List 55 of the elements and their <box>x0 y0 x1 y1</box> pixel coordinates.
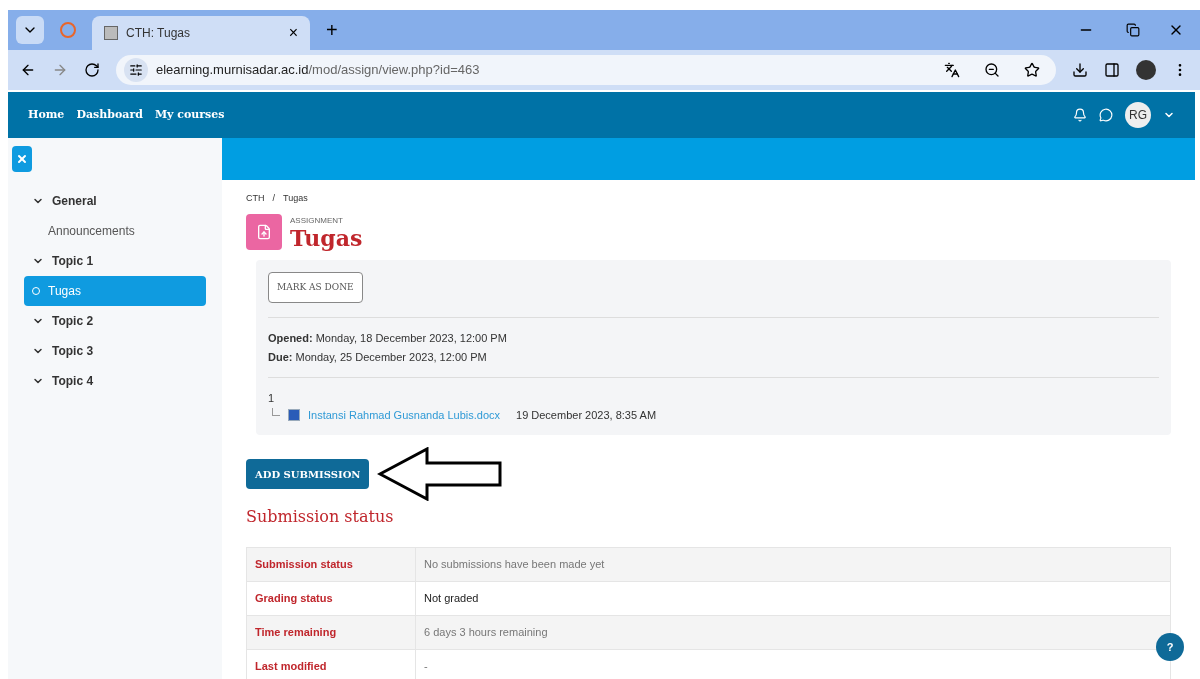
address-bar[interactable]: elearning.murnisadar.ac.id/mod/assign/view.php?id=463 <box>116 55 1056 85</box>
activity-link[interactable]: Announcements <box>24 216 206 246</box>
section-link[interactable]: Topic 4 <box>52 372 94 390</box>
row-header: Submission status <box>247 548 416 581</box>
section-link[interactable]: Topic 2 <box>52 312 94 330</box>
nav-link[interactable]: Dashboard <box>76 106 143 124</box>
chat-icon[interactable] <box>1099 108 1113 122</box>
row-header: Last modified <box>247 650 416 679</box>
table-cell-text: 6 days 3 hours remaining <box>423 625 549 641</box>
user-avatar[interactable]: RG <box>1125 102 1151 128</box>
close-drawer-button[interactable] <box>12 146 32 172</box>
tab-close[interactable]: × <box>288 21 298 45</box>
section-link[interactable]: Topic 1 <box>52 252 94 270</box>
section-link[interactable]: Topic 3 <box>52 342 94 360</box>
tree-line <box>272 407 280 416</box>
help-button[interactable]: ? <box>1156 633 1184 661</box>
browser-tab[interactable]: CTH: Tugas × <box>92 16 310 50</box>
zoom-icon[interactable] <box>984 62 1000 78</box>
close-icon <box>16 153 28 165</box>
tab-list-button[interactable] <box>16 16 44 44</box>
back-icon[interactable] <box>20 62 36 78</box>
add-submission-button[interactable]: ADD SUBMISSION <box>246 459 370 489</box>
breadcrumb-separator: / <box>272 192 275 205</box>
table-cell-text: Not graded <box>423 591 480 607</box>
mark-as-done-button[interactable]: MARK AS DONE <box>268 271 363 303</box>
breadcrumb-link[interactable]: CTH <box>246 192 265 206</box>
table-cell-text: No submissions have been made yet <box>423 557 606 573</box>
tab-title: CTH: Tugas <box>126 25 192 42</box>
activity-type: ASSIGNMENT <box>290 214 344 227</box>
favicon-icon <box>104 26 118 40</box>
breadcrumb-link[interactable]: Tugas <box>283 192 308 206</box>
star-icon[interactable] <box>1024 62 1040 78</box>
download-icon[interactable] <box>1072 62 1088 78</box>
date-line: Opened: Monday, 18 December 2023, 12:00 PM <box>268 331 508 346</box>
reload-icon[interactable] <box>84 62 100 78</box>
side-panel-icon[interactable] <box>1104 62 1120 78</box>
site-settings-icon[interactable] <box>129 63 143 77</box>
attachment-group: 1 <box>268 390 1159 407</box>
section-heading: Submission status <box>246 506 395 528</box>
file-date: 19 December 2023, 8:35 AM <box>516 407 657 423</box>
nav-link[interactable]: My courses <box>154 106 225 124</box>
row-header: Time remaining <box>247 616 416 649</box>
page-title: Tugas <box>290 226 363 249</box>
translate-icon[interactable] <box>944 62 960 78</box>
section-link[interactable]: General <box>52 192 97 210</box>
table-cell-text: - <box>423 659 429 675</box>
profile-avatar[interactable] <box>1136 60 1156 80</box>
nav-link[interactable]: Home <box>28 106 65 124</box>
date-line: Due: Monday, 25 December 2023, 12:00 PM <box>268 349 488 365</box>
bell-icon[interactable] <box>1073 108 1087 122</box>
restore-icon[interactable] <box>1126 23 1140 37</box>
url-text: elearning.murnisadar.ac.id/mod/assign/view.php?id=463 <box>156 61 481 80</box>
new-tab-button[interactable]: + <box>318 15 346 45</box>
assignment-icon <box>246 213 282 250</box>
row-header: Grading status <box>247 582 416 615</box>
